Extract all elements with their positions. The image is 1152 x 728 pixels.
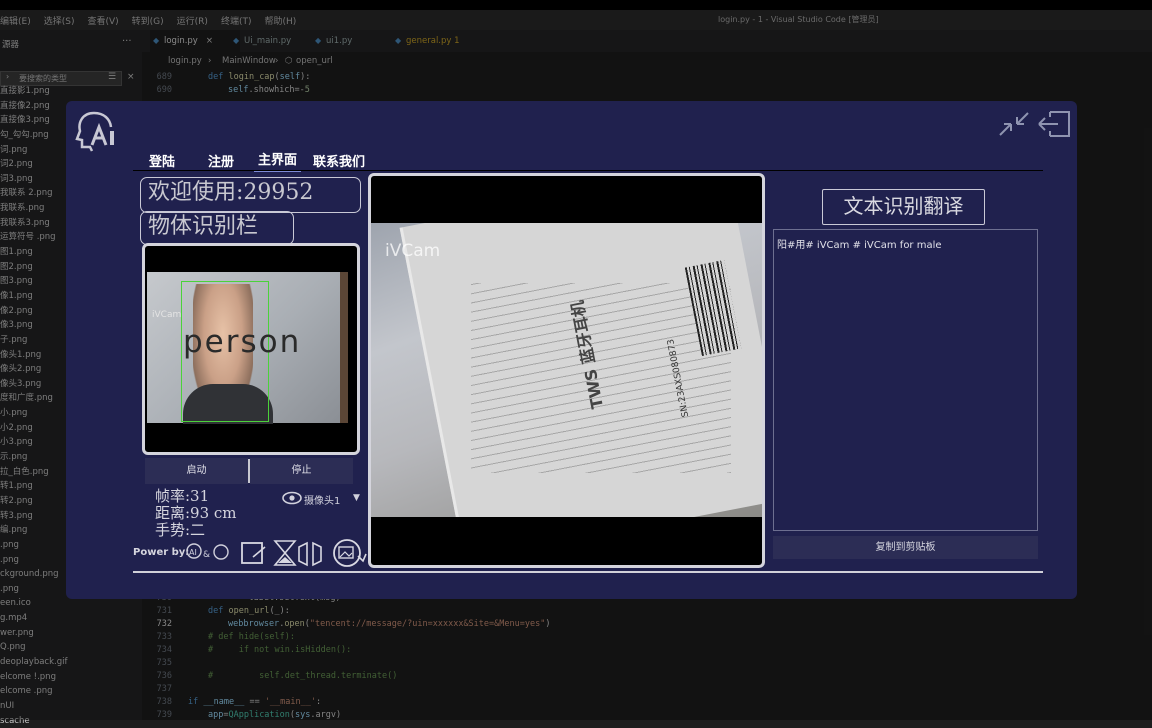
tab-login[interactable]: 登陆 (149, 151, 175, 170)
svg-text:AI: AI (189, 548, 197, 557)
camera-frame: TWS 蓝牙耳机 SN:23AXS080873 iVCam (371, 223, 762, 517)
frame-edge (340, 272, 348, 423)
start-button[interactable]: 启动 (145, 458, 248, 484)
tab-contact[interactable]: 联系我们 (313, 151, 365, 170)
bottom-divider (133, 571, 1043, 573)
object-detection-title: 物体识别栏 (140, 211, 294, 245)
image-refresh-icon[interactable] (333, 539, 367, 567)
tab-register[interactable]: 注册 (208, 151, 234, 170)
copy-to-clipboard-button[interactable]: 复制到剪贴板 (773, 536, 1038, 559)
crop-icon[interactable] (241, 542, 266, 564)
powered-by-label: Power by: (133, 547, 190, 558)
stop-button[interactable]: 停止 (250, 458, 353, 484)
welcome-label: 欢迎使用:29952 (140, 177, 361, 213)
chevron-down-icon[interactable]: ▼ (353, 493, 360, 503)
ai-app-window: 登陆 注册 主界面 联系我们 欢迎使用:29952 物体识别栏 iVCam pe… (66, 101, 1077, 599)
exit-icon[interactable] (1036, 109, 1072, 139)
tab-main[interactable]: 主界面 (254, 149, 302, 172)
gesture-label: 手势:二 (155, 521, 206, 539)
minimize-icon[interactable] (996, 109, 1032, 139)
detection-label: person (183, 324, 302, 360)
ai-logo-icon (75, 111, 114, 152)
detection-preview: iVCam person (142, 243, 360, 455)
hourglass-icon[interactable] (273, 540, 297, 566)
svg-text:&: & (203, 550, 210, 560)
eye-icon (282, 491, 302, 505)
main-camera-view: TWS 蓝牙耳机 SN:23AXS080873 iVCam (368, 173, 765, 568)
camera-select[interactable]: 摄像头1 (304, 492, 340, 507)
toolbar-icons (241, 539, 367, 567)
nav-divider (133, 170, 1043, 171)
flip-icon[interactable] (298, 541, 322, 567)
ocr-title: 文本识别翻译 (822, 189, 985, 225)
camera-watermark: iVCam (152, 310, 182, 320)
ocr-result-textarea[interactable]: 阳#用# iVCam # iVCam for male (773, 229, 1038, 531)
camera-watermark: iVCam (385, 241, 441, 261)
